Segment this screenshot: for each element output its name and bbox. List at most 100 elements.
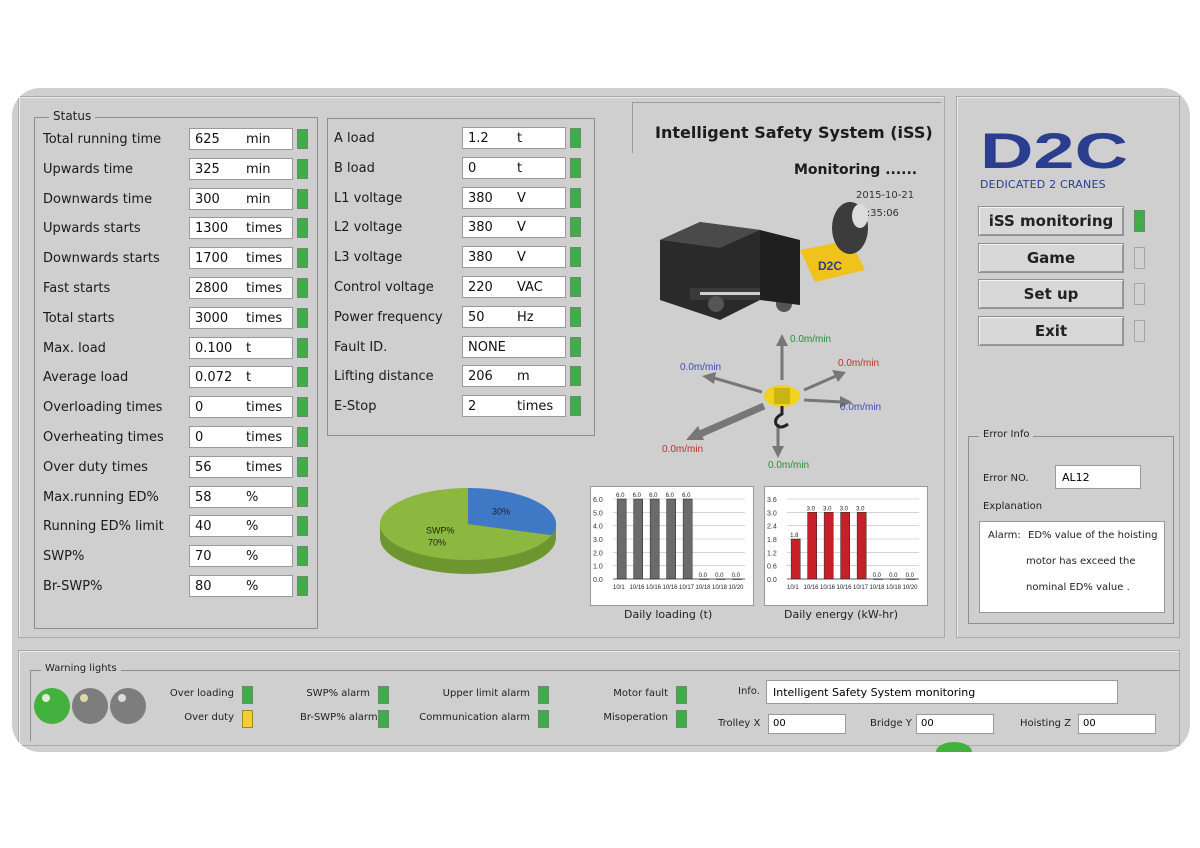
status-row-label: Total starts bbox=[43, 310, 115, 326]
status-row-value: 0.072 bbox=[195, 370, 233, 386]
status-row-label: Upwards starts bbox=[43, 221, 141, 237]
warning-item-led bbox=[242, 686, 253, 704]
bottom-status-icon bbox=[936, 742, 972, 752]
status-row-unit: times bbox=[246, 459, 283, 475]
arrow-left-down bbox=[698, 402, 766, 438]
status-row-label: Max.running ED% bbox=[43, 489, 159, 505]
status-row: E-Stop 2 times bbox=[334, 395, 590, 421]
bar-xtick: 10/20 bbox=[903, 585, 919, 591]
status-row-led bbox=[297, 248, 308, 269]
status-row-label: Downwards time bbox=[43, 191, 153, 207]
status-row-field: 300 min bbox=[189, 187, 293, 210]
menu-button[interactable]: Exit bbox=[978, 315, 1124, 346]
status-row-label: Total running time bbox=[43, 132, 162, 147]
warning-item-label: Upper limit alarm bbox=[442, 688, 530, 699]
bar bbox=[840, 512, 850, 580]
bar-data-label: 0.0 bbox=[873, 573, 882, 579]
warning-title: Warning lights bbox=[41, 663, 121, 674]
status-row-value: 300 bbox=[195, 191, 220, 207]
bar-xtick: 10/16 bbox=[804, 585, 820, 591]
hoist-wheel-1 bbox=[708, 296, 724, 312]
error-line-2: motor has exceed the bbox=[1026, 556, 1136, 567]
bar-ytick: 5.0 bbox=[593, 510, 603, 517]
menu-button[interactable]: Game bbox=[978, 242, 1124, 273]
status-row-value: 40 bbox=[195, 519, 212, 535]
status-row: Running ED% limit 40% bbox=[43, 515, 313, 541]
status-row-field: 0.072 t bbox=[189, 366, 293, 389]
status-row-unit: min bbox=[246, 161, 271, 177]
status-row: SWP% 70% bbox=[43, 545, 313, 571]
status-row-label: Lifting distance bbox=[334, 369, 434, 385]
menu-button[interactable]: iSS monitoring bbox=[978, 206, 1124, 236]
status-row-field: 50 Hz bbox=[462, 305, 566, 328]
status-row-label: Br-SWP% bbox=[43, 579, 103, 594]
status-row-field: 1700 times bbox=[189, 247, 293, 270]
status-row-field: 206 m bbox=[462, 365, 566, 388]
menu-button[interactable]: Set up bbox=[978, 279, 1124, 309]
alarm-label: Alarm: bbox=[988, 530, 1021, 541]
status-row-led bbox=[570, 247, 581, 268]
status-row: B load 0 t bbox=[334, 156, 590, 183]
error-no-value: AL12 bbox=[1062, 471, 1090, 484]
status-row-field: 380 V bbox=[462, 246, 566, 269]
iss-header: Intelligent Safety System (iSS) bbox=[632, 102, 941, 153]
status-row-led bbox=[297, 427, 308, 447]
status-row-label: Upwards time bbox=[43, 161, 134, 177]
bar bbox=[616, 498, 627, 580]
status-row-label: L2 voltage bbox=[334, 220, 403, 236]
status-row-led bbox=[570, 157, 581, 178]
bar-data-label: 0.0 bbox=[906, 573, 915, 579]
status-row-led bbox=[297, 218, 308, 239]
status-row-unit: t bbox=[246, 340, 252, 356]
bar-data-label: 0.0 bbox=[732, 573, 741, 579]
bar-xtick: 10/16 bbox=[630, 585, 646, 591]
status-row: Upwards starts 1300 times bbox=[43, 217, 313, 243]
status-row-unit: min bbox=[246, 132, 271, 147]
error-info-title: Error Info bbox=[979, 429, 1034, 440]
brand-tagline: DEDICATED 2 CRANES bbox=[980, 178, 1106, 191]
status-row: L3 voltage 380 V bbox=[334, 246, 590, 272]
status-row-label: Over duty times bbox=[43, 459, 148, 475]
status-row: Fast starts 2800 times bbox=[43, 277, 313, 303]
error-line-1: ED% value of the hoisting bbox=[1028, 530, 1158, 541]
status-row-unit: % bbox=[246, 519, 259, 535]
status-row-value: 625 bbox=[195, 132, 220, 147]
status-row-value: 0 bbox=[468, 160, 477, 176]
error-no-field: AL12 bbox=[1055, 465, 1141, 489]
status-row-unit: times bbox=[246, 221, 283, 237]
status-row-led bbox=[297, 129, 308, 149]
bar-ytick: 6.0 bbox=[593, 497, 603, 504]
light-grey-2-circle bbox=[110, 688, 146, 724]
warning-item-led bbox=[378, 710, 389, 728]
light-grey-1-glare bbox=[80, 694, 88, 702]
status-row-unit: t bbox=[517, 160, 523, 176]
speed-left: 0.0m/min bbox=[680, 362, 721, 373]
status-row-label: Overheating times bbox=[43, 430, 164, 445]
warning-item-label: SWP% alarm bbox=[306, 688, 370, 699]
warning-item-label: Over loading bbox=[169, 688, 234, 699]
bar-data-label: 3.0 bbox=[823, 506, 832, 512]
bar-data-label: 6.0 bbox=[616, 493, 625, 499]
status-row-value: 220 bbox=[468, 280, 493, 295]
status-row-label: Overloading times bbox=[43, 400, 163, 416]
menu-button-indicator bbox=[1134, 283, 1145, 305]
speed-right: 0.0m/min bbox=[840, 402, 881, 413]
bar-data-label: 0.0 bbox=[699, 573, 708, 579]
status-row-value: 80 bbox=[195, 579, 212, 594]
daily-energy-bars: 0.0 0.6 1.2 1.8 2.4 3.0 3.6 1.8 10/1 3.0 10/16 3.0 1… bbox=[767, 497, 919, 591]
bar bbox=[649, 498, 660, 580]
bar bbox=[807, 512, 817, 580]
logo-text: D2C bbox=[980, 130, 1128, 176]
status-row-led bbox=[297, 546, 308, 567]
bar-data-label: 3.0 bbox=[856, 506, 865, 512]
status-row-led bbox=[297, 278, 308, 298]
status-row-field: 325 min bbox=[189, 157, 293, 180]
status-row-value: 56 bbox=[195, 459, 212, 475]
arrow-right-up bbox=[803, 374, 837, 392]
status-row: Max.running ED% 58% bbox=[43, 485, 313, 512]
arrow-right bbox=[803, 398, 843, 404]
bar-xtick: 10/1 bbox=[613, 585, 625, 591]
status-row: Total running time 625 min bbox=[43, 128, 313, 154]
status-row-field: 0.100 t bbox=[189, 336, 293, 359]
status-row-value: 380 bbox=[468, 250, 493, 266]
